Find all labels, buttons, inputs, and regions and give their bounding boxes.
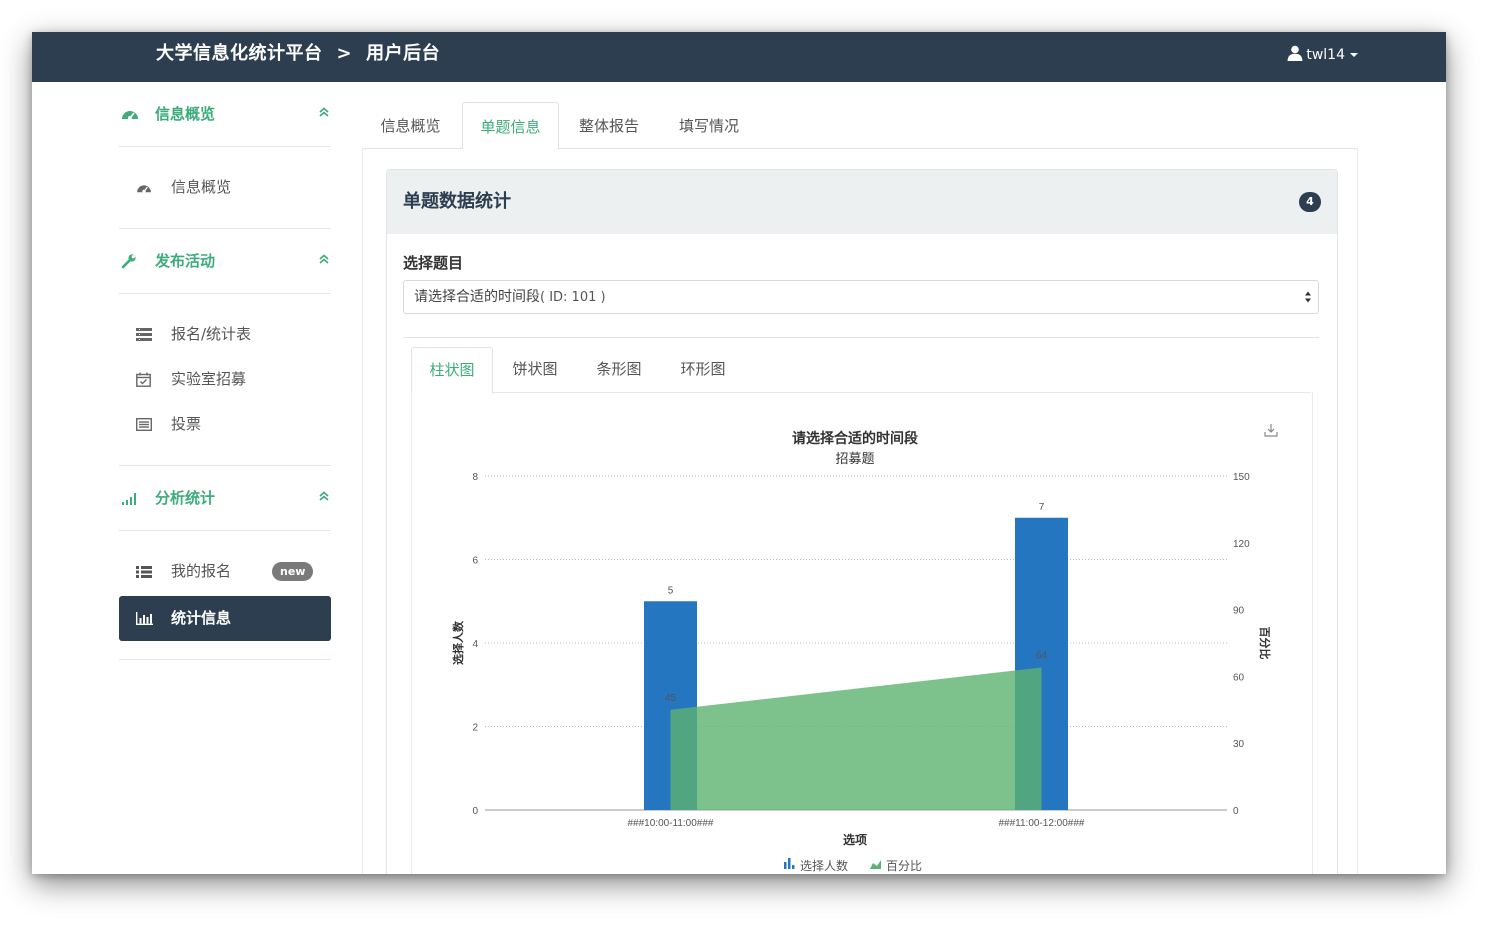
bar-chart-icon [136, 596, 153, 641]
list-icon [136, 549, 152, 594]
sidebar-item-overview[interactable]: 信息概览 [119, 165, 331, 210]
select-question-label: 选择题目 [403, 254, 464, 272]
new-badge: new [272, 562, 314, 581]
chevron-up-icon[interactable] [319, 229, 329, 289]
chevron-up-icon[interactable] [319, 82, 329, 142]
count-badge: 4 [1299, 192, 1321, 212]
sidebar-item-label: 投票 [171, 415, 202, 433]
sidebar-group-title: 发布活动 [155, 252, 216, 270]
sidebar-list-publish: 报名/统计表 实验室招募 投票 [119, 294, 331, 466]
chart-container: 请选择合适的时间段 招募题 0 2 4 6 8 0 30 60 90 120 150 5 7 45 64 ###1… [411, 392, 1313, 874]
bar-data-label: 7 [1039, 502, 1045, 513]
sidebar-group-title: 分析统计 [155, 489, 216, 507]
sidebar-list-overview: 信息概览 [119, 147, 331, 229]
top-navbar: 大学信息化统计平台 > 用户后台 twl14 [32, 32, 1446, 82]
legend-bar-icon [788, 858, 791, 869]
list-form-icon [136, 312, 152, 357]
sidebar: 信息概览 信息概览 发布活动 报名/统计表 实验室招募 投票 分析统计 我的报名… [119, 82, 331, 660]
sidebar-group-overview[interactable]: 信息概览 [119, 82, 331, 147]
tab-single-question[interactable]: 单题信息 [462, 102, 559, 150]
sidebar-item-vote[interactable]: 投票 [119, 402, 331, 447]
sidebar-item-label: 实验室招募 [171, 370, 247, 388]
y-tick-label: 8 [472, 472, 478, 483]
y2-tick-label: 0 [1233, 806, 1239, 817]
sidebar-list-analysis: 我的报名 new 统计信息 [119, 531, 331, 660]
caret-down-icon [1350, 53, 1358, 57]
y2-axis-title: 百分比 [1258, 627, 1272, 660]
breadcrumb: 大学信息化统计平台 > 用户后台 [156, 32, 440, 82]
sidebar-item-label: 统计信息 [171, 609, 232, 627]
wrench-icon [121, 229, 137, 293]
legend-bar-icon [792, 865, 795, 869]
y-tick-label: 6 [472, 556, 478, 567]
tab-content: 单题数据统计 4 选择题目 请选择合适的时间段( ID: 101 ) 柱状图 饼… [362, 149, 1358, 874]
tab-horizontal-bar-chart[interactable]: 条形图 [579, 347, 659, 392]
breadcrumb-separator: > [336, 43, 353, 64]
selected-question-text: 请选择合适的时间段 [414, 289, 540, 305]
area-data-label: 45 [665, 693, 677, 704]
legend-label: 选择人数 [800, 858, 848, 873]
tab-bar-chart[interactable]: 柱状图 [411, 347, 493, 394]
tab-overview[interactable]: 信息概览 [362, 102, 459, 148]
site-title[interactable]: 大学信息化统计平台 [156, 43, 323, 64]
single-question-panel: 单题数据统计 4 选择题目 请选择合适的时间段( ID: 101 ) 柱状图 饼… [386, 169, 1338, 874]
area-data-label: 64 [1036, 650, 1048, 661]
legend-label: 百分比 [886, 859, 922, 873]
chart-type-tabs: 柱状图 饼状图 条形图 环形图 [411, 347, 1311, 394]
area-series [670, 667, 1042, 810]
sidebar-item-lab-recruit[interactable]: 实验室招募 [119, 357, 331, 402]
main-content: 信息概览 单题信息 整体报告 填写情况 单题数据统计 4 选择题目 请选择合适的… [362, 82, 1358, 874]
divider [403, 337, 1319, 338]
dashboard-icon [136, 165, 152, 210]
sidebar-item-my-signups[interactable]: 我的报名 new [119, 549, 331, 594]
app-window: 大学信息化统计平台 > 用户后台 twl14 信息概览 信息概览 发布活动 报名… [32, 32, 1446, 874]
selected-question-id: ( ID: 101 ) [540, 290, 606, 305]
tab-fill-status[interactable]: 填写情况 [660, 102, 758, 148]
ballot-icon [136, 402, 152, 447]
y-tick-label: 0 [472, 806, 478, 817]
x-axis-title: 选项 [843, 832, 867, 847]
tab-ring-chart[interactable]: 环形图 [663, 347, 743, 392]
x-tick-label: ###11:00-12:00### [998, 818, 1084, 829]
legend-bar-icon [784, 862, 787, 869]
sidebar-item-label: 报名/统计表 [171, 325, 252, 343]
x-tick-label: ###10:00-11:00### [627, 818, 713, 829]
chart-title: 请选择合适的时间段 [792, 430, 918, 446]
chevron-up-icon[interactable] [319, 466, 329, 526]
user-icon [1287, 45, 1303, 61]
tab-overall-report[interactable]: 整体报告 [560, 102, 658, 148]
sidebar-group-analysis[interactable]: 分析统计 [119, 466, 331, 531]
y2-tick-label: 60 [1233, 672, 1245, 683]
calendar-check-icon [136, 357, 151, 402]
main-tabs: 信息概览 单题信息 整体报告 填写情况 [362, 102, 1358, 150]
tab-pie-chart[interactable]: 饼状图 [495, 347, 575, 392]
panel-header: 单题数据统计 4 [387, 170, 1337, 234]
download-icon[interactable] [1264, 423, 1278, 437]
sidebar-item-forms[interactable]: 报名/统计表 [119, 312, 331, 357]
question-select[interactable]: 请选择合适的时间段( ID: 101 ) [403, 280, 1319, 314]
dashboard-icon [121, 82, 139, 146]
section-title[interactable]: 用户后台 [366, 43, 440, 64]
sidebar-item-label: 我的报名 [171, 562, 232, 580]
sidebar-item-statistics[interactable]: 统计信息 [119, 596, 331, 641]
chart-subtitle: 招募题 [835, 451, 874, 466]
y-tick-label: 4 [472, 639, 478, 650]
bar-data-label: 5 [668, 585, 674, 596]
y2-tick-label: 90 [1233, 606, 1245, 617]
y2-tick-label: 120 [1233, 539, 1250, 550]
y2-tick-label: 30 [1233, 739, 1245, 750]
y2-tick-label: 150 [1233, 472, 1250, 483]
user-menu[interactable]: twl14 [1287, 32, 1358, 82]
select-arrows-icon [1305, 291, 1311, 303]
legend-area-icon [870, 860, 881, 869]
sidebar-group-publish[interactable]: 发布活动 [119, 229, 331, 294]
y-tick-label: 2 [472, 723, 478, 734]
bar-chart: 请选择合适的时间段招募题 0 2 4 6 8 0 30 60 90 120 150 5 7 45 64 ###1… [451, 430, 1272, 873]
panel-title: 单题数据统计 [403, 191, 511, 212]
sidebar-group-title: 信息概览 [155, 105, 216, 123]
y-axis-title: 选择人数 [451, 620, 465, 665]
signal-bars-icon [121, 466, 139, 530]
user-name: twl14 [1306, 47, 1345, 63]
sidebar-item-label: 信息概览 [171, 178, 232, 196]
